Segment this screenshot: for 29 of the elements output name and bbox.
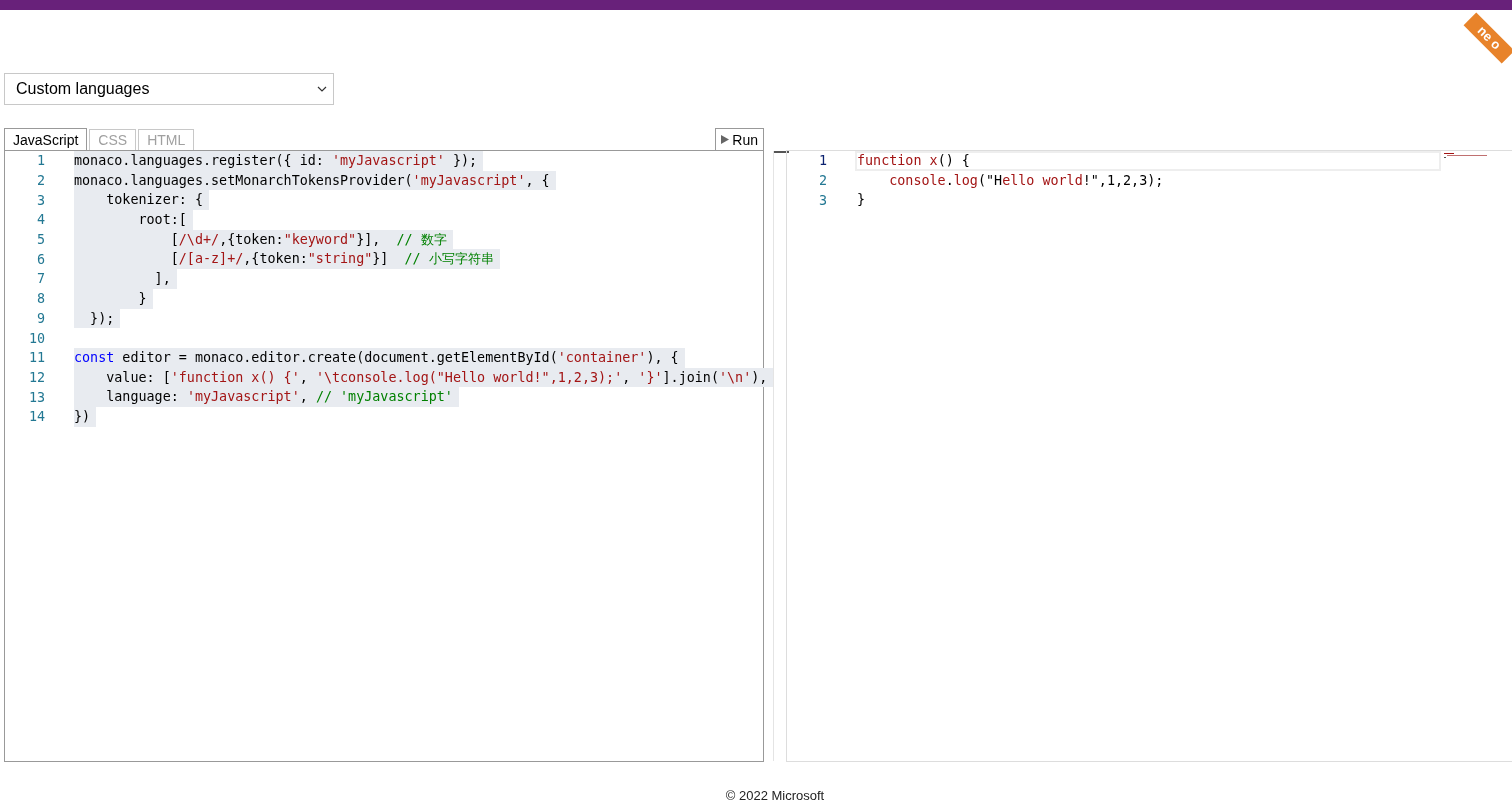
line-number: 9: [35, 310, 45, 326]
line-number: 1: [817, 153, 827, 169]
line-number: 14: [27, 409, 45, 425]
line-number: 3: [817, 192, 827, 208]
line-number: 2: [35, 173, 45, 189]
minimap-drawing: [1444, 153, 1490, 159]
example-select[interactable]: Custom languages: [4, 73, 334, 105]
line-number: 10: [27, 330, 45, 346]
line-number: 4: [35, 212, 45, 228]
line-number: 12: [27, 369, 45, 385]
line-number: 11: [27, 350, 45, 366]
line-number: 5: [35, 232, 45, 248]
copyright-text: © 2022 Microsoft: [725, 788, 825, 803]
code-line: console.log("Hello world!",1,2,3);: [888, 171, 1164, 190]
code-line: function x() {: [857, 152, 970, 170]
line-number: 13: [27, 389, 45, 405]
line-number: 6: [35, 251, 45, 267]
play-icon: [721, 135, 730, 144]
line-number: 1: [35, 153, 45, 169]
run-button[interactable]: Run: [715, 128, 764, 150]
preview-editor[interactable]: 1 function x() { 2 console.log("Hello world!",1,2,3); 3 }: [786, 150, 1512, 762]
line-number: 2: [817, 173, 827, 189]
language-tab[interactable]: JavaScript: [4, 128, 88, 150]
scrollbar-track[interactable]: [773, 151, 790, 761]
caret-icon: [317, 86, 327, 92]
line-number: 3: [35, 192, 45, 208]
code-line: }: [857, 191, 866, 210]
line-number: 7: [35, 271, 45, 287]
line-number: 8: [35, 291, 45, 307]
